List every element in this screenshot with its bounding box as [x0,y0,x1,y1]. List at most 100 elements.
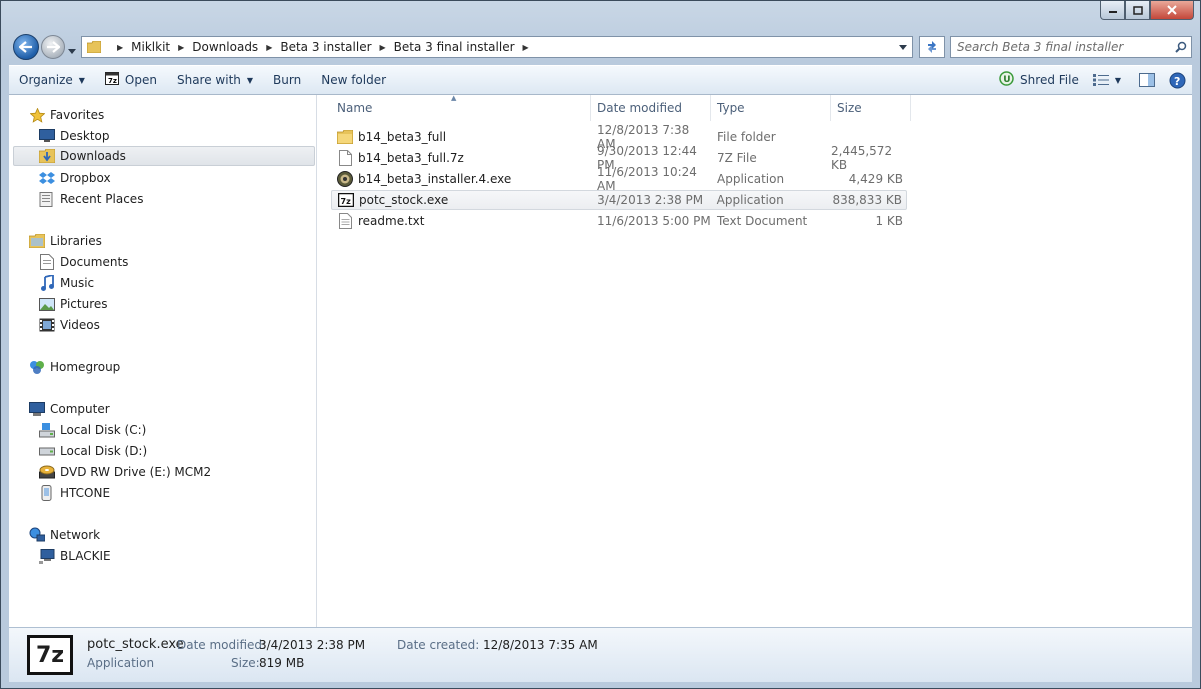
navigation-pane: Favorites Desktop Downloads Dropbox Rece… [9,95,317,627]
chevron-down-icon: ▼ [1114,75,1121,85]
details-created-label: Date created: [397,638,480,652]
file-name: readme.txt [358,214,425,228]
file-name-cell: b14_beta3_full.7z [331,148,591,168]
svg-text:?: ? [1174,75,1180,88]
breadcrumb-beta3-final-installer[interactable]: Beta 3 final installer ▶ [394,40,537,54]
breadcrumb-label: Downloads [192,40,259,54]
burn-button[interactable]: Burn [263,68,311,92]
nav-blackie[interactable]: BLACKIE [39,546,111,566]
details-view-icon [1092,74,1109,86]
nav-label: Videos [60,318,100,332]
nav-label: Recent Places [60,192,144,206]
nav-dvd-drive[interactable]: DVD RW Drive (E:) MCM2 [39,462,211,482]
nav-htcone[interactable]: HTCONE [39,483,110,503]
open-button[interactable]: 7z Open [95,68,167,92]
svg-text:7z: 7z [341,197,352,206]
nav-local-disk-c[interactable]: Local Disk (C:) [39,420,146,440]
file-type: Text Document [717,214,808,228]
explorer-window: ▶ Miklkit ▶ Downloads ▶ Beta 3 installer ▶ … [0,0,1201,689]
address-bar[interactable]: ▶ Miklkit ▶ Downloads ▶ Beta 3 installer ▶ … [81,36,913,58]
search-icon [1175,41,1187,53]
maximize-button[interactable] [1125,1,1150,20]
svg-text:7z: 7z [108,77,117,85]
details-created-value[interactable]: 12/8/2013 7:35 AM [483,638,598,652]
view-options-button[interactable] [1089,68,1113,92]
nav-favorites[interactable]: Favorites [29,105,104,125]
nav-downloads[interactable]: Downloads [13,146,315,166]
file-row-selected[interactable]: 7z potc_stock.exe 3/4/2013 2:38 PM Appli… [331,190,907,210]
nav-desktop[interactable]: Desktop [39,126,110,146]
nav-music[interactable]: Music [39,273,94,293]
file-name: potc_stock.exe [359,193,449,207]
shred-file-button[interactable]: U Shred File [989,68,1089,92]
file-name: b14_beta3_full.7z [358,151,464,165]
column-header-name[interactable]: ▲ Name [331,94,591,121]
minimize-button[interactable] [1100,1,1125,20]
text-file-icon [337,213,353,229]
breadcrumb-beta3-installer[interactable]: Beta 3 installer ▶ [280,40,393,54]
hard-drive-icon [39,443,55,459]
nav-homegroup[interactable]: Homegroup [29,357,120,377]
file-name: b14_beta3_full [358,130,447,144]
refresh-button[interactable] [919,36,945,58]
navigation-row: ▶ Miklkit ▶ Downloads ▶ Beta 3 installer ▶ … [9,31,1192,63]
nav-network[interactable]: Network [29,525,100,545]
back-button[interactable] [13,34,39,60]
nav-label: Music [60,276,95,290]
icon-text: 7z [35,642,65,668]
details-size-value: 819 MB [259,656,305,670]
nav-recent-places[interactable]: Recent Places [39,189,143,209]
nav-documents[interactable]: Documents [39,252,128,272]
column-header-size[interactable]: Size [831,95,911,121]
breadcrumb-downloads[interactable]: Downloads ▶ [192,40,280,54]
file-row[interactable]: readme.txt 11/6/2013 5:00 PM Text Docume… [331,211,907,231]
file-row[interactable]: b14_beta3_installer.4.exe 11/6/2013 10:2… [331,165,907,193]
help-button[interactable]: ? [1165,68,1192,92]
nav-pictures[interactable]: Pictures [39,294,108,314]
share-with-button[interactable]: Share with ▼ [167,68,263,92]
search-input[interactable] [951,37,1171,57]
view-dropdown[interactable]: ▼ [1113,68,1129,92]
breadcrumb-label: Miklkit [131,40,171,54]
forward-button[interactable] [41,35,65,59]
address-dropdown[interactable] [894,37,912,57]
maximize-icon [1132,5,1143,15]
breadcrumb-miklkit[interactable]: Miklkit ▶ [131,40,192,54]
details-size-label: Size: [231,656,260,670]
details-modified-value[interactable]: 3/4/2013 2:38 PM [259,638,365,652]
nav-computer[interactable]: Computer [29,399,110,419]
search-button[interactable] [1171,41,1191,53]
nav-label: HTCONE [60,486,111,500]
phone-icon [39,485,55,501]
dvd-drive-icon [39,464,55,480]
new-folder-label: New folder [321,73,387,87]
shred-icon: U [999,71,1014,89]
search-box[interactable] [950,36,1192,58]
organize-button[interactable]: Organize ▼ [9,68,95,92]
recent-pages-dropdown[interactable] [68,43,76,57]
nav-libraries[interactable]: Libraries [29,231,102,251]
column-header-type[interactable]: Type [711,95,831,121]
file-icon [337,150,353,166]
close-button[interactable] [1150,1,1194,20]
breadcrumb-root-arrow[interactable]: ▶ [109,43,131,52]
libraries-icon [29,233,45,249]
recent-places-icon [39,191,55,207]
folder-icon [337,129,353,145]
column-label: Name [337,101,373,115]
column-header-date[interactable]: Date modified [591,95,711,121]
network-icon [29,527,45,543]
nav-videos[interactable]: Videos [39,315,100,335]
nav-label: Favorites [50,108,105,122]
computer-icon [29,401,45,417]
svg-text:U: U [1003,75,1010,85]
documents-icon [39,254,55,270]
nav-local-disk-d[interactable]: Local Disk (D:) [39,441,147,461]
help-icon: ? [1169,72,1186,88]
nav-dropbox[interactable]: Dropbox [39,168,111,188]
new-folder-button[interactable]: New folder [311,68,396,92]
file-name-cell: 7z potc_stock.exe [332,190,591,210]
preview-pane-button[interactable] [1129,68,1165,92]
file-type: File folder [717,130,776,144]
details-type: Application [87,656,155,670]
